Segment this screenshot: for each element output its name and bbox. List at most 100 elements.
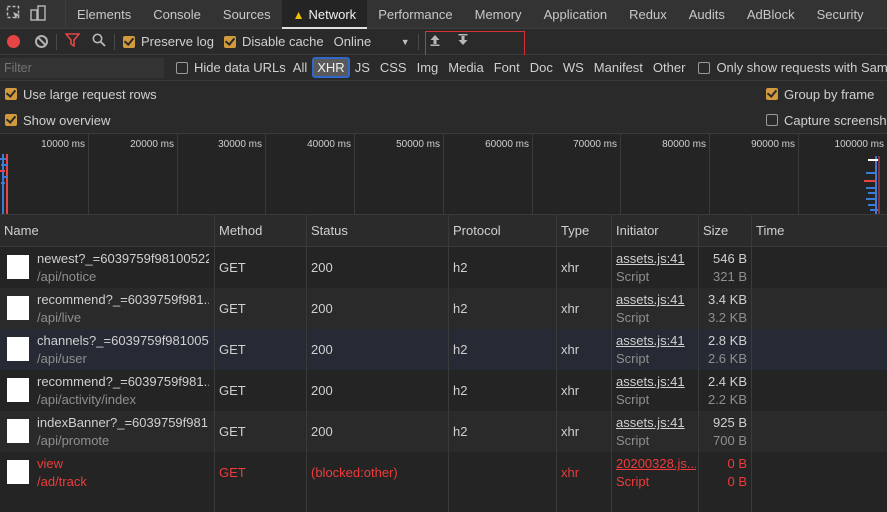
column-header-time[interactable]: Time: [752, 215, 784, 247]
initiator-link[interactable]: assets.js:41: [616, 292, 685, 307]
filter-type-doc[interactable]: Doc: [525, 60, 558, 75]
initiator-link[interactable]: assets.js:41: [616, 251, 685, 266]
column-header-name[interactable]: Name: [0, 215, 39, 247]
initiator-link[interactable]: assets.js:41: [616, 415, 685, 430]
filter-type-xhr[interactable]: XHR: [312, 57, 350, 78]
tab-audits[interactable]: Audits: [678, 0, 736, 29]
large-rows-checkbox[interactable]: Use large request rows: [5, 87, 157, 102]
tab-application[interactable]: Application: [533, 0, 619, 29]
samesite-checkbox[interactable]: Only show requests with SameSite i: [698, 60, 887, 75]
request-type: xhr: [561, 383, 580, 398]
divider: [417, 33, 419, 50]
filter-type-manifest[interactable]: Manifest: [589, 60, 648, 75]
disable-cache-checkbox[interactable]: Disable cache: [223, 34, 324, 49]
throttling-select[interactable]: Online ▼: [334, 34, 410, 49]
request-status: 200: [311, 383, 333, 398]
tab-elements[interactable]: Elements: [66, 0, 142, 29]
request-method: GET: [219, 465, 246, 480]
network-toolbar: Preserve log Disable cache Online ▼: [0, 29, 887, 56]
filter-type-ws[interactable]: WS: [558, 60, 589, 75]
filter-type-img[interactable]: Img: [412, 60, 444, 75]
divider: [114, 33, 115, 50]
column-divider[interactable]: [556, 215, 557, 512]
table-row[interactable]: view /ad/track GET (blocked:other) xhr 2…: [0, 452, 887, 493]
request-status: 200: [311, 301, 333, 316]
transfer-size: 0 B: [727, 456, 747, 471]
tab-memory[interactable]: Memory: [464, 0, 533, 29]
table-row[interactable]: recommend?_=6039759f981... /api/live GET…: [0, 288, 887, 329]
devtools-icons: [0, 0, 66, 29]
tab-sources[interactable]: Sources: [212, 0, 282, 29]
column-header-type[interactable]: Type: [557, 215, 589, 247]
filter-input[interactable]: [0, 57, 164, 78]
initiator-type: Script: [616, 351, 650, 366]
tab-redux[interactable]: Redux: [618, 0, 678, 29]
search-icon[interactable]: [92, 33, 106, 50]
column-header-status[interactable]: Status: [307, 215, 348, 247]
column-header-initiator[interactable]: Initiator: [612, 215, 659, 247]
column-divider[interactable]: [611, 215, 612, 512]
request-method: GET: [219, 342, 246, 357]
tab-network[interactable]: ▲ Network: [281, 0, 368, 29]
request-name: recommend?_=6039759f981...: [37, 292, 209, 307]
column-divider[interactable]: [214, 215, 215, 512]
initiator-type: Script: [616, 433, 650, 448]
network-overview[interactable]: 10000 ms 20000 ms 30000 ms 40000 ms 5000…: [0, 133, 887, 215]
column-divider[interactable]: [306, 215, 307, 512]
column-header-size[interactable]: Size: [699, 215, 728, 247]
tab-performance[interactable]: Performance: [367, 0, 463, 29]
hide-data-urls-checkbox[interactable]: Hide data URLs: [176, 60, 286, 75]
initiator-link[interactable]: assets.js:41: [616, 374, 685, 389]
preserve-log-checkbox[interactable]: Preserve log: [123, 34, 214, 49]
filter-type-css[interactable]: CSS: [375, 60, 412, 75]
preserve-log-label: Preserve log: [141, 34, 214, 49]
request-protocol: h2: [453, 260, 468, 275]
inspect-element-icon[interactable]: [6, 5, 22, 24]
initiator-link[interactable]: assets.js:41: [616, 333, 685, 348]
transfer-size: 546 B: [713, 251, 747, 266]
content-size: 3.2 KB: [707, 310, 747, 325]
request-method: GET: [219, 424, 246, 439]
clear-icon[interactable]: [35, 35, 48, 48]
column-header-protocol[interactable]: Protocol: [449, 215, 501, 247]
request-path: /ad/track: [37, 474, 87, 489]
show-overview-checkbox[interactable]: Show overview: [5, 113, 110, 128]
tab-adblock[interactable]: AdBlock: [736, 0, 806, 29]
filter-icon[interactable]: [64, 33, 81, 50]
table-row[interactable]: newest?_=6039759f98100522... /api/notice…: [0, 247, 887, 288]
initiator-type: Script: [616, 310, 650, 325]
request-name: view: [37, 456, 64, 471]
record-button[interactable]: [7, 35, 20, 48]
content-size: 321 B: [713, 269, 747, 284]
tab-console[interactable]: Console: [142, 0, 212, 29]
tab-security[interactable]: Security: [806, 0, 875, 29]
request-name: recommend?_=6039759f981...: [37, 374, 209, 389]
filter-type-media[interactable]: Media: [443, 60, 488, 75]
request-method: GET: [219, 383, 246, 398]
table-header: Name Method Status Protocol Type Initiat…: [0, 215, 887, 247]
filter-type-js[interactable]: JS: [350, 60, 375, 75]
filter-type-all[interactable]: All: [288, 60, 312, 75]
column-header-method[interactable]: Method: [215, 215, 262, 247]
table-row[interactable]: indexBanner?_=6039759f981... /api/promot…: [0, 411, 887, 452]
filter-type-other[interactable]: Other: [648, 60, 691, 75]
column-divider[interactable]: [751, 215, 752, 512]
column-divider[interactable]: [698, 215, 699, 512]
column-divider[interactable]: [448, 215, 449, 512]
divider: [56, 33, 57, 50]
filter-type-font[interactable]: Font: [489, 60, 525, 75]
throttling-value: Online: [333, 34, 372, 49]
checkbox-checked-icon: [223, 35, 236, 48]
checkbox-unchecked-icon: [176, 61, 188, 74]
request-path: /api/notice: [37, 269, 97, 284]
devtools-tabbar: Elements Console Sources ▲ Network Perfor…: [0, 0, 887, 29]
request-protocol: h2: [453, 301, 468, 316]
table-row[interactable]: channels?_=6039759f981005... /api/user G…: [0, 329, 887, 370]
initiator-link[interactable]: 20200328.js...: [616, 456, 696, 471]
table-row[interactable]: recommend?_=6039759f981... /api/activity…: [0, 370, 887, 411]
capture-screenshots-checkbox[interactable]: Capture screenshot: [766, 113, 887, 128]
content-size: 2.6 KB: [707, 351, 747, 366]
device-toolbar-icon[interactable]: [30, 4, 46, 24]
group-by-frame-checkbox[interactable]: Group by frame: [766, 87, 874, 102]
request-path: /api/live: [37, 310, 82, 325]
